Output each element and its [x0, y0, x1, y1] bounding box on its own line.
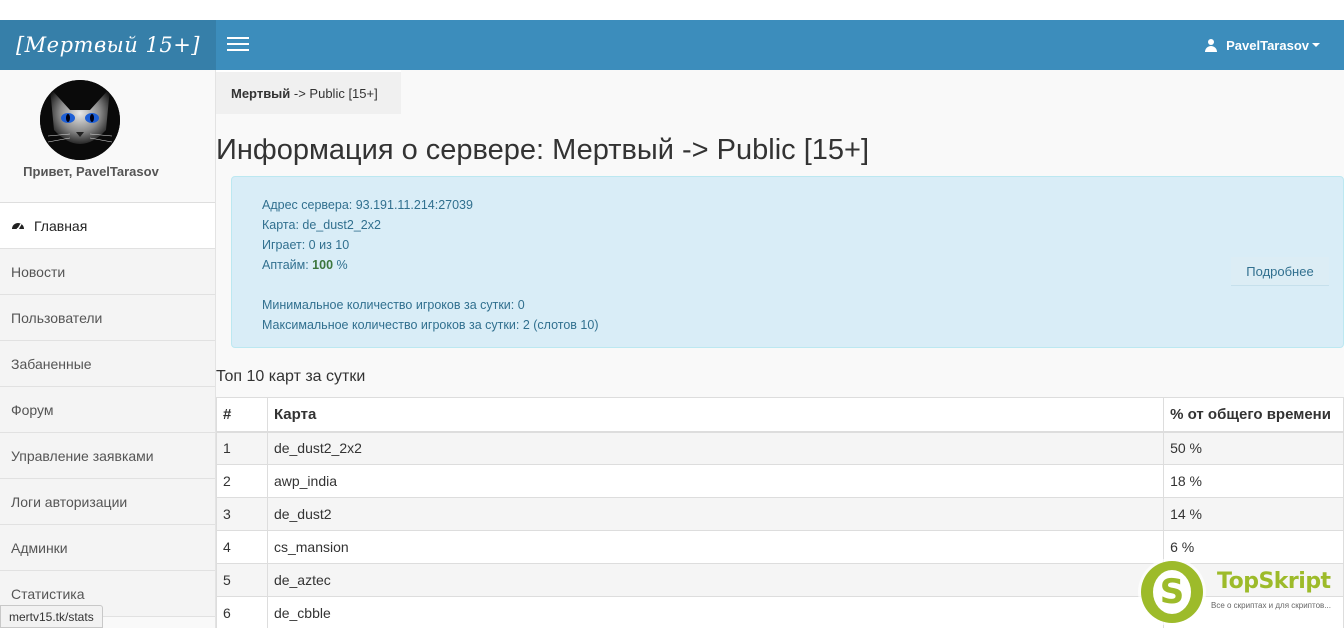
greeting-text: Привет, PavelTarasov: [23, 164, 159, 179]
sidebar-item-label: Главная: [34, 217, 88, 234]
map-cell: de_dust2: [266, 497, 1165, 531]
sidebar-item-label: Логи авторизации: [11, 493, 128, 510]
rank-cell: 5: [216, 563, 268, 597]
server-uptime-line: Аптайм: 100 %: [262, 258, 348, 272]
page-title: Информация о сервере: Мертвый -> Public …: [216, 134, 870, 166]
sidebar-menu: Главная Новости Пользователи Забаненные …: [0, 203, 215, 617]
sidebar-item-label: Забаненные: [11, 355, 92, 372]
user-menu[interactable]: PavelTarasov: [1205, 20, 1320, 70]
server-map-value: de_dust2_2x2: [302, 218, 381, 232]
percent-cell: 6 %: [1163, 530, 1344, 564]
server-address-line: Адрес сервера: 93.191.11.214:27039: [262, 198, 473, 212]
percent-cell: 50 %: [1163, 431, 1344, 465]
percent-cell: 14 %: [1163, 497, 1344, 531]
breadcrumb-rest: -> Public [15+]: [290, 85, 378, 101]
top-maps-title: Топ 10 карт за сутки: [216, 368, 366, 385]
server-playing-line: Играет: 0 из 10: [262, 238, 350, 252]
top-navbar: [Мертвый 15+] PavelTarasov: [0, 20, 1344, 70]
server-address-value: 93.191.11.214:27039: [355, 198, 473, 212]
table-row: 2 awp_india 18 %: [216, 464, 1344, 498]
user-panel: Привет, PavelTarasov: [0, 70, 215, 203]
table-row: 3 de_dust2 14 %: [216, 497, 1344, 531]
hamburger-menu-icon[interactable]: [227, 37, 249, 53]
sidebar-item-label: Статистика: [11, 585, 85, 602]
avatar: [40, 80, 120, 160]
top-gap: [0, 0, 1344, 20]
sidebar-item-forum[interactable]: Форум: [0, 387, 215, 433]
sidebar-item-users[interactable]: Пользователи: [0, 295, 215, 341]
sidebar-item-label: Новости: [11, 263, 66, 280]
table-row: 4 cs_mansion 6 %: [216, 530, 1344, 564]
watermark-letter: S: [1153, 570, 1191, 614]
rank-cell: 6: [216, 596, 268, 628]
map-cell: de_cbble: [266, 596, 1165, 628]
rank-cell: 1: [216, 431, 268, 465]
user-icon: [1205, 38, 1218, 52]
rank-cell: 4: [216, 530, 268, 564]
sidebar-item-applications[interactable]: Управление заявками: [0, 433, 215, 479]
sidebar-item-news[interactable]: Новости: [0, 249, 215, 295]
max-players-value: 2 (слотов 10): [522, 318, 599, 332]
rank-cell: 2: [216, 464, 268, 498]
server-info-box: Адрес сервера: 93.191.11.214:27039 Карта…: [231, 176, 1344, 348]
watermark-name: TopSkript: [1217, 569, 1331, 594]
sidebar-item-admins[interactable]: Админки: [0, 525, 215, 571]
server-uptime-value: 100: [312, 258, 334, 272]
map-cell: cs_mansion: [266, 530, 1165, 564]
server-playing-value: 0 из 10: [308, 238, 350, 252]
map-cell: awp_india: [266, 464, 1165, 498]
max-players-line: Максимальное количество игроков за сутки…: [262, 318, 599, 332]
main-content: Мертвый -> Public [15+] Информация о сер…: [216, 70, 1344, 628]
chevron-down-icon: [1312, 43, 1320, 47]
min-players-line: Минимальное количество игроков за сутки:…: [262, 298, 525, 312]
watermark-circle: S: [1141, 561, 1203, 623]
column-header-map: Карта: [266, 397, 1165, 433]
sidebar-item-label: Форум: [11, 401, 54, 418]
watermark-logo: S TopSkript Все о скриптах и для скрипто…: [1141, 561, 1341, 623]
watermark-tagline: Все о скриптах и для скриптов...: [1211, 601, 1331, 610]
sidebar-item-auth-logs[interactable]: Логи авторизации: [0, 479, 215, 525]
column-header-rank: #: [216, 397, 268, 433]
status-bar-url: mertv15.tk/stats: [0, 605, 103, 628]
details-button[interactable]: Подробнее: [1231, 257, 1329, 286]
sidebar-item-home[interactable]: Главная: [0, 203, 215, 249]
column-header-percent: % от общего времени: [1163, 397, 1344, 433]
sidebar-item-label: Управление заявками: [11, 447, 154, 464]
table-row: 1 de_dust2_2x2 50 %: [216, 431, 1344, 465]
breadcrumb-server: Мертвый: [231, 85, 291, 101]
sidebar-item-banned[interactable]: Забаненные: [0, 341, 215, 387]
sidebar: Привет, PavelTarasov Главная Новости Пол…: [0, 70, 216, 628]
sidebar-item-label: Админки: [11, 539, 68, 556]
breadcrumb[interactable]: Мертвый -> Public [15+]: [216, 70, 401, 114]
map-cell: de_dust2_2x2: [266, 431, 1165, 465]
server-map-line: Карта: de_dust2_2x2: [262, 218, 381, 232]
rank-cell: 3: [216, 497, 268, 531]
brand-logo[interactable]: [Мертвый 15+]: [0, 20, 216, 70]
username-label: PavelTarasov: [1226, 37, 1309, 53]
table-header-row: # Карта % от общего времени: [216, 397, 1344, 433]
map-cell: de_aztec: [266, 563, 1165, 597]
min-players-value: 0: [517, 298, 525, 312]
sidebar-item-label: Пользователи: [11, 309, 103, 326]
dashboard-icon: [11, 219, 25, 233]
percent-cell: 18 %: [1163, 464, 1344, 498]
